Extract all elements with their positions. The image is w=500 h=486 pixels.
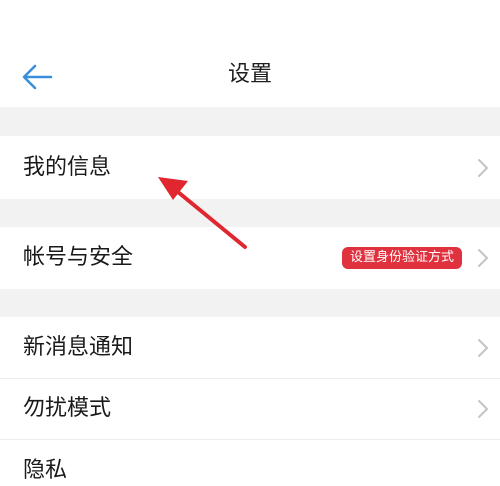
top-bar: 设置 <box>0 0 500 107</box>
row-label: 新消息通知 <box>23 334 134 360</box>
chevron-right-icon <box>478 400 488 418</box>
row-label: 我的信息 <box>23 154 112 180</box>
settings-row-my-info[interactable]: 我的信息 <box>0 136 500 199</box>
section-gap <box>0 289 500 317</box>
settings-row-do-not-disturb[interactable]: 勿扰模式 <box>0 379 500 439</box>
settings-row-account-security[interactable]: 帐号与安全 设置身份验证方式 <box>0 227 500 289</box>
chevron-right-icon <box>478 338 488 357</box>
row-label: 隐私 <box>23 458 68 483</box>
section-gap <box>0 199 500 227</box>
settings-row-privacy[interactable]: 隐私 <box>0 440 500 483</box>
settings-row-new-message-notification[interactable]: 新消息通知 <box>0 317 500 378</box>
chevron-right-icon <box>478 158 488 177</box>
page-title: 设置 <box>227 62 272 87</box>
row-label: 勿扰模式 <box>23 396 112 421</box>
row-label: 帐号与安全 <box>23 245 134 270</box>
chevron-right-icon <box>478 249 488 267</box>
section-gap <box>0 107 500 136</box>
verification-badge: 设置身份验证方式 <box>341 247 462 269</box>
